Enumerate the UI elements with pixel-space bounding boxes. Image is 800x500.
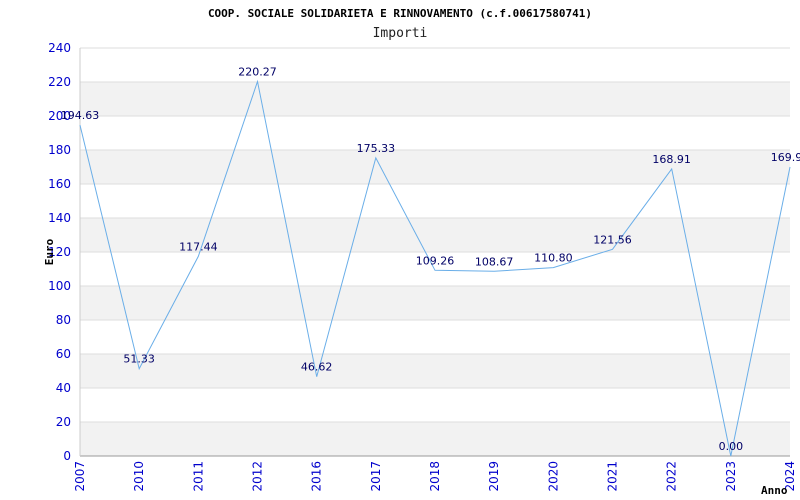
data-label: 109.26 (416, 254, 455, 267)
data-label: 220.27 (238, 66, 277, 79)
grid-bands (80, 82, 790, 456)
data-label: 110.80 (534, 252, 573, 265)
x-tick-label: 2023 (724, 461, 738, 492)
data-label: 117.44 (179, 240, 218, 253)
x-tick-labels: 2007 2010 2011 2012 2016 2017 2018 2019 2020 2021… (73, 461, 797, 492)
grid-band (80, 286, 790, 320)
y-tick-label: 220 (48, 75, 71, 89)
x-tick-label: 2019 (487, 461, 501, 492)
x-tick-label: 2011 (191, 461, 205, 492)
data-label: 121.56 (593, 233, 632, 246)
data-label: 108.67 (475, 255, 514, 268)
y-tick-label: 40 (56, 381, 71, 395)
grid-band (80, 422, 790, 456)
y-tick-label: 240 (48, 41, 71, 55)
grid-band (80, 82, 790, 116)
data-label: 46.62 (301, 361, 333, 374)
x-tick-label: 2007 (73, 461, 87, 492)
y-tick-label: 0 (63, 449, 71, 463)
y-tick-label: 100 (48, 279, 71, 293)
y-tick-label: 160 (48, 177, 71, 191)
y-tick-label: 140 (48, 211, 71, 225)
x-tick-label: 2020 (546, 461, 560, 492)
y-tick-label: 180 (48, 143, 71, 157)
x-tick-label: 2016 (310, 461, 324, 492)
y-tick-label: 20 (56, 415, 71, 429)
data-label: 169.98 (771, 151, 800, 164)
data-label: 175.33 (357, 142, 396, 155)
x-tick-label: 2012 (251, 461, 265, 492)
x-tick-label: 2021 (606, 461, 620, 492)
data-label: 168.91 (652, 153, 691, 166)
y-axis-label: Euro (43, 238, 56, 265)
data-label: 0.00 (719, 440, 744, 453)
chart-subtitle: Importi (373, 26, 428, 41)
data-label: 51.33 (123, 353, 155, 366)
y-tick-label: 60 (56, 347, 71, 361)
series-line (79, 79, 791, 457)
x-tick-label: 2018 (428, 461, 442, 492)
grid-band (80, 354, 790, 388)
y-tick-label: 80 (56, 313, 71, 327)
x-tick-label: 2022 (665, 461, 679, 492)
data-label: 194.63 (61, 109, 100, 122)
chart: 020406080100120140160180200220240 2007 20… (43, 7, 800, 497)
chart-title: COOP. SOCIALE SOLIDARIETA E RINNOVAMENTO… (208, 7, 592, 20)
data-labels: 194.63 51.33 117.44 220.27 46.62 175.33 109.26… (61, 66, 800, 453)
x-axis-label: Anno (761, 484, 788, 497)
x-tick-label: 2017 (369, 461, 383, 492)
x-tick-label: 2010 (132, 461, 146, 492)
